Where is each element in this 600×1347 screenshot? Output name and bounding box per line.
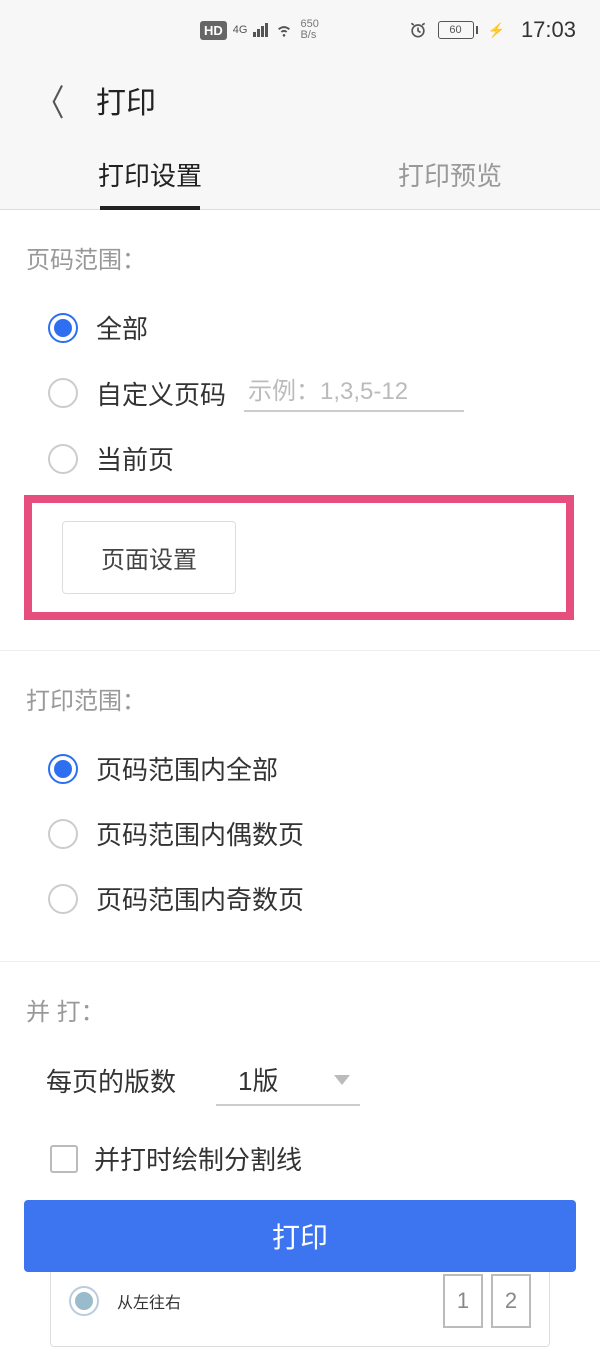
radio-label: 全部: [96, 309, 148, 346]
radio-label: 自定义页码: [96, 375, 226, 412]
page-range-title: 页码范围：: [26, 240, 574, 275]
radio-icon: [48, 313, 78, 343]
radio-label: 页码范围内全部: [96, 750, 278, 787]
status-bar: HD 4G 650B/s 60 ⚡ 17:03: [0, 0, 600, 60]
wifi-icon: [274, 22, 294, 38]
page-settings-button[interactable]: 页面设置: [62, 521, 236, 594]
status-time: 17:03: [521, 17, 576, 43]
radio-current-page[interactable]: 当前页: [26, 426, 574, 491]
radio-range-odd[interactable]: 页码范围内奇数页: [26, 866, 574, 931]
divider: [0, 961, 600, 962]
page-title: 打印: [96, 78, 156, 122]
radio-label: 页码范围内奇数页: [96, 880, 304, 917]
radio-icon: [69, 1286, 99, 1316]
network-4g: 4G: [233, 24, 248, 36]
net-speed: 650B/s: [300, 19, 318, 41]
radio-icon: [48, 819, 78, 849]
nup-perpage-dropdown[interactable]: 1版: [216, 1055, 360, 1106]
nup-draw-dividers-row[interactable]: 并打时绘制分割线: [26, 1114, 574, 1187]
chevron-down-icon: [334, 1075, 350, 1085]
nup-order-preview: 1 2: [443, 1274, 531, 1328]
radio-custom-pages[interactable]: 自定义页码: [26, 360, 574, 426]
radio-label: 当前页: [96, 440, 174, 477]
checkbox-label: 并打时绘制分割线: [94, 1140, 302, 1177]
tab-print-preview[interactable]: 打印预览: [300, 140, 600, 209]
radio-label: 从左往右: [117, 1289, 181, 1313]
nup-title: 并 打：: [26, 992, 574, 1027]
hd-badge: HD: [200, 21, 227, 40]
dropdown-value: 1版: [238, 1061, 278, 1098]
radio-label: 页码范围内偶数页: [96, 815, 304, 852]
checkbox-icon: [50, 1145, 78, 1173]
custom-pages-input[interactable]: [244, 374, 464, 412]
alarm-icon: [408, 20, 428, 40]
radio-all-pages[interactable]: 全部: [26, 295, 574, 360]
radio-icon: [48, 884, 78, 914]
page-cell: 1: [443, 1274, 483, 1328]
content-area: 页码范围： 全部 自定义页码 当前页 页面设置 打印范围： 页码范围内全部 页码…: [0, 210, 600, 1347]
highlight-annotation: 页面设置: [24, 495, 574, 620]
radio-range-all[interactable]: 页码范围内全部: [26, 736, 574, 801]
back-icon[interactable]: 〈: [36, 74, 65, 126]
print-button[interactable]: 打印: [24, 1200, 576, 1272]
tab-bar: 打印设置 打印预览: [0, 140, 600, 210]
radio-icon: [48, 754, 78, 784]
radio-range-even[interactable]: 页码范围内偶数页: [26, 801, 574, 866]
radio-icon: [48, 444, 78, 474]
radio-icon: [48, 378, 78, 408]
battery-icon: 60: [438, 21, 478, 39]
divider: [0, 650, 600, 651]
nup-perpage-label: 每页的版数: [46, 1062, 176, 1099]
print-range-title: 打印范围：: [26, 681, 574, 716]
nup-perpage-row: 每页的版数 1版: [26, 1047, 574, 1114]
status-left: HD 4G 650B/s: [200, 19, 319, 41]
charging-icon: ⚡: [488, 22, 505, 39]
header: 〈 打印: [0, 60, 600, 140]
page-cell: 2: [491, 1274, 531, 1328]
tab-print-settings[interactable]: 打印设置: [0, 140, 300, 209]
signal-icon: [253, 23, 268, 37]
